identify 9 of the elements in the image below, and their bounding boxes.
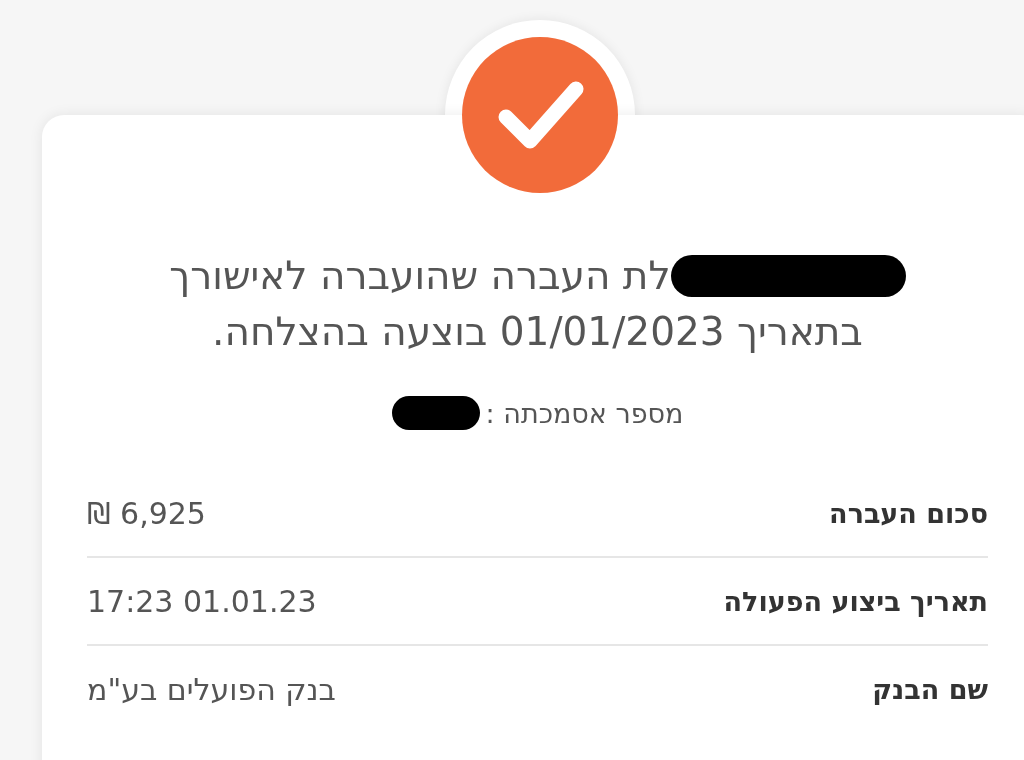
detail-value: בנק הפועלים בע"מ [87, 671, 336, 707]
detail-value: ₪ 6,925 [87, 495, 206, 531]
reference-label: מספר אסמכתה : [485, 397, 684, 429]
confirmation-message: בתאריך 01/01/2023 בוצעה בהצלחה. [212, 308, 863, 356]
detail-label: תאריך ביצוע הפעולה [723, 585, 988, 617]
detail-label: שם הבנק [872, 673, 988, 705]
detail-value: 17:23 01.01.23 [87, 583, 317, 619]
confirmation-message: לת העברה שהועברה לאישורך [169, 252, 671, 300]
detail-label: סכום העברה [829, 497, 988, 529]
